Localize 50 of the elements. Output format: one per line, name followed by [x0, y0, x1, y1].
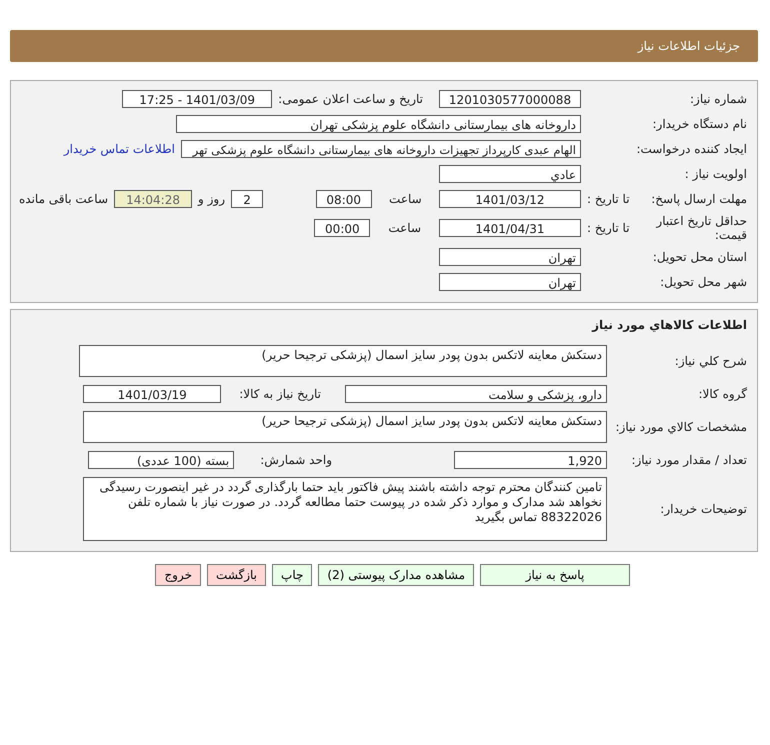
field-value: 00:00 — [314, 219, 370, 237]
action-button[interactable]: پاسخ به نیاز — [480, 564, 630, 586]
field-label: تاریخ نیاز به کالا: — [239, 387, 321, 401]
field-label: ایجاد کننده درخواست: — [635, 142, 747, 156]
buyer-contact-link[interactable]: اطلاعات تماس خریدار — [64, 142, 175, 156]
field-label: ساعت — [388, 221, 421, 235]
field-label: واحد شمارش: — [260, 453, 332, 467]
field-label: تعداد / مقدار مورد نیاز: — [630, 453, 747, 467]
field-label: استان محل تحویل: — [652, 250, 747, 264]
field-label: تا تاریخ : — [587, 221, 630, 235]
field-label: شرح کلي نیاز: — [674, 354, 747, 368]
field-value: تهران — [439, 248, 581, 266]
field-value: عادي — [439, 165, 581, 183]
field-value: تهران — [439, 273, 581, 291]
field-label: حداقل تاریخ اعتبار قیمت: — [654, 214, 747, 242]
field-label: روز و — [198, 192, 226, 206]
action-button[interactable]: بازگشت — [207, 564, 266, 586]
field-label: نام دستگاه خریدار: — [652, 117, 747, 131]
field-value: 1,920 — [454, 451, 607, 469]
field-label: شماره نیاز: — [689, 92, 747, 106]
field-value: 2 — [231, 190, 264, 208]
field-label: تا تاریخ : — [587, 192, 630, 206]
field-value: دستکش معاینه لاتکس بدون پودر سایز اسمال (پزشکی ترجیحا حریر) — [79, 345, 607, 377]
field-value: 1401/03/19 — [83, 385, 222, 403]
countdown-field: 14:04:28 — [114, 190, 192, 208]
field-value: الهام عبدی کارپرداز تجهیزات داروخانه های بیمارستانی دانشگاه علوم پزشکی تهر — [181, 140, 581, 158]
field-value: 1401/03/09 - 17:25 — [122, 90, 272, 108]
field-value: دستکش معاینه لاتکس بدون پودر سایز اسمال (پزشکی ترجیحا حریر) — [83, 411, 607, 443]
field-value: تامین کنندگان محترم توجه داشته باشند پیش فاکتور باید حتما بارگذاری گردد در غیر اینصورت رسیدگی نخواهد شد مدارک و موارد ذکر شده در پیوست حتما مطالعه گردد. در صورت نیاز با شماره تلفن 88322026 تماس بگیرید — [83, 477, 607, 541]
field-value: 1401/04/31 — [439, 219, 581, 237]
field-value: داروخانه های بیمارستانی دانشگاه علوم پزشکی تهران — [176, 115, 581, 133]
action-button[interactable]: مشاهده مدارک پیوستی (2) — [318, 564, 474, 586]
field-label: ساعت باقی مانده — [18, 192, 108, 206]
action-button[interactable]: چاپ — [272, 564, 312, 586]
field-value: 1401/03/12 — [439, 190, 581, 208]
section-title: اطلاعات کالاهاي مورد نیاز — [590, 318, 747, 332]
action-button[interactable]: خروج — [155, 564, 202, 586]
page-title: جزئیات اطلاعات نیاز — [638, 39, 740, 53]
field-label: شهر محل تحویل: — [659, 275, 747, 289]
field-label: مشخصات کالاي مورد نیاز: — [614, 420, 747, 434]
field-label: گروه کالا: — [698, 387, 747, 401]
field-value: 1201030577000088 — [439, 90, 581, 108]
field-value: 08:00 — [316, 190, 372, 208]
field-label: توضیحات خریدار: — [659, 502, 747, 516]
field-value: بسته (100 عددی) — [88, 451, 234, 469]
field-value: دارو، پزشکی و سلامت — [345, 385, 607, 403]
field-label: اولویت نیاز : — [684, 167, 747, 181]
field-label: مهلت ارسال پاسخ: — [651, 192, 747, 206]
field-label: ساعت — [389, 192, 422, 206]
field-label: تاریخ و ساعت اعلان عمومی: — [278, 92, 423, 106]
